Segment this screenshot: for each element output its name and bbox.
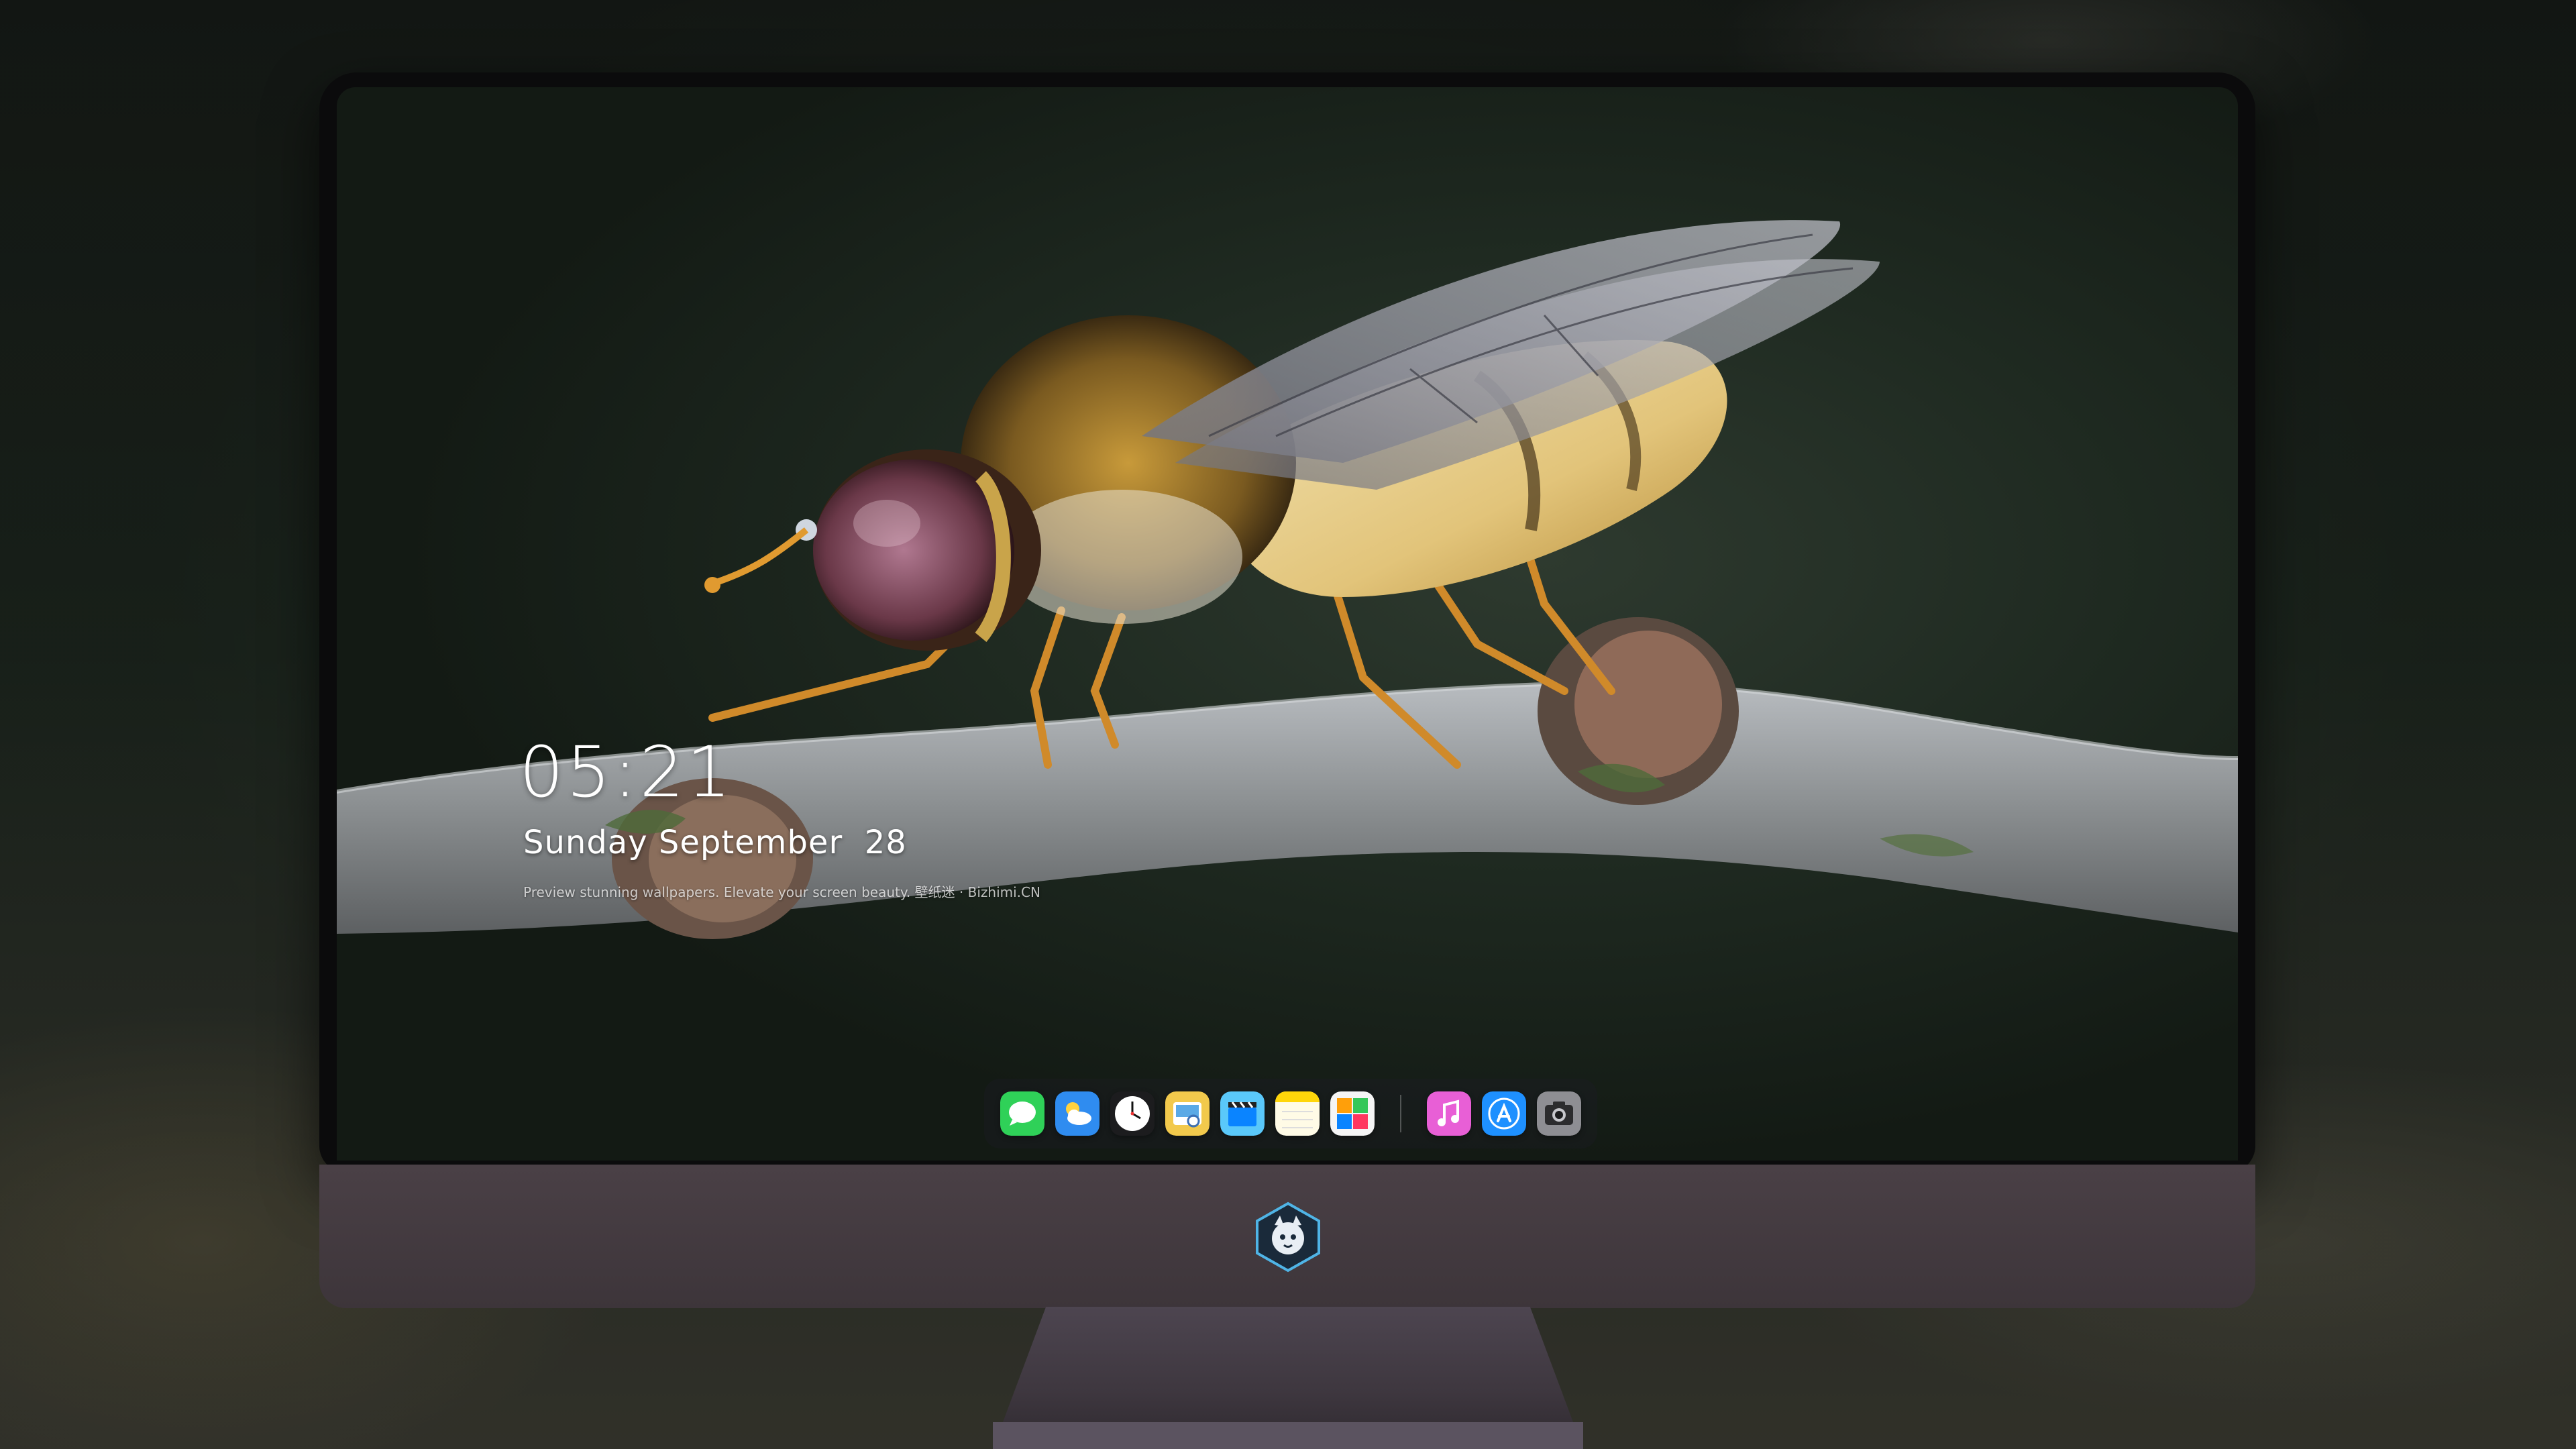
monitor-bezel: 05:21 Sunday September 28 Preview stunni…	[319, 72, 2255, 1173]
notes-icon[interactable]	[1275, 1091, 1320, 1136]
lock-screen-time: 05:21	[519, 731, 734, 813]
monitor-stand-base	[993, 1422, 1583, 1449]
wallpaper-hoverfly-on-branch	[337, 220, 2238, 939]
dock-separator	[1400, 1095, 1401, 1132]
lock-screen-date: Sunday September 28	[523, 824, 907, 861]
weather-icon[interactable]	[1055, 1091, 1099, 1136]
wallpaper-caption: Preview stunning wallpapers. Elevate you…	[523, 884, 1040, 900]
music-icon[interactable]	[1427, 1091, 1471, 1136]
photo-booth-icon[interactable]	[1330, 1091, 1375, 1136]
messages-icon[interactable]	[1000, 1091, 1044, 1136]
camera-icon[interactable]	[1537, 1091, 1581, 1136]
preview-icon[interactable]	[1165, 1091, 1210, 1136]
dock	[984, 1079, 1597, 1148]
clock-icon[interactable]	[1110, 1091, 1155, 1136]
mascot-logo-icon	[1256, 1201, 1320, 1273]
app-store-icon[interactable]	[1482, 1091, 1526, 1136]
desktop-screen: 05:21 Sunday September 28 Preview stunni…	[337, 87, 2238, 1161]
clips-icon[interactable]	[1220, 1091, 1265, 1136]
